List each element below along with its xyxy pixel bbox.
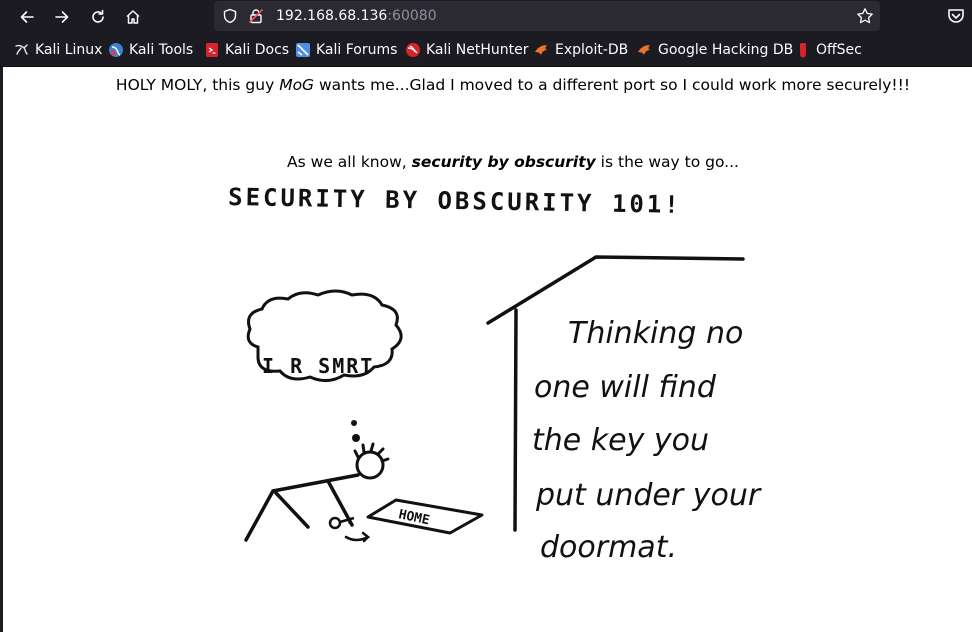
kali-docs-icon <box>206 43 218 57</box>
house-roof <box>486 255 745 325</box>
offsec-icon <box>800 43 806 58</box>
obscurity-text-start: As we all know, <box>287 153 412 171</box>
home-icon <box>126 10 140 24</box>
kali-tools-icon <box>109 43 123 57</box>
bookmark-label: Kali Tools <box>129 42 194 58</box>
bookmark-label: Kali Docs <box>225 42 290 58</box>
caption-line: put under your <box>535 478 762 513</box>
forward-button[interactable] <box>48 3 76 31</box>
bookmark-kali-tools[interactable]: Kali Tools <box>108 41 193 59</box>
tracking-protection-shield-icon[interactable] <box>222 8 238 24</box>
bookmark-label: Kali NetHunter <box>426 42 529 58</box>
nethunter-icon <box>406 43 420 57</box>
obscurity-text-end: is the way to go... <box>595 153 739 171</box>
caption-line: Thinking no <box>568 316 743 351</box>
back-button[interactable] <box>13 3 41 31</box>
person-head <box>355 450 385 480</box>
forward-arrow-icon <box>55 11 69 23</box>
motion-arrow <box>344 531 371 543</box>
intro-message: HOLY MOLY, this guy MoG wants me...Glad … <box>3 76 972 94</box>
bookmark-offsec[interactable]: OffSec <box>795 41 862 59</box>
pocket-icon[interactable] <box>946 6 966 26</box>
ghdb-icon <box>638 45 650 55</box>
intro-text-end: wants me...Glad I moved to a different p… <box>314 76 911 94</box>
bookmark-label: Exploit-DB <box>555 42 629 58</box>
comic-title: SECURITY BY OBSCURITY 101! <box>228 183 682 219</box>
url-port: :60080 <box>387 8 437 24</box>
back-arrow-icon <box>20 11 34 23</box>
insecure-lock-icon[interactable] <box>248 8 264 24</box>
bookmark-label: Kali Linux <box>35 42 103 58</box>
security-comic-image: SECURITY BY OBSCURITY 101! Thinking no o… <box>228 183 762 565</box>
intro-text-start: HOLY MOLY, this guy <box>115 76 280 94</box>
caption-line: the key you <box>532 423 709 458</box>
kali-dragon-icon <box>15 44 28 55</box>
url-host: 192.168.68.136 <box>276 8 388 24</box>
bookmark-kali-forums[interactable]: Kali Forums <box>295 41 397 59</box>
page-content: HOLY MOLY, this guy MoG wants me...Glad … <box>0 67 972 632</box>
person-body <box>244 473 360 542</box>
url-text[interactable]: 192.168.68.136:60080 <box>276 7 437 25</box>
thought-text: I R SMRT <box>262 354 374 378</box>
bookmark-label: Google Hacking DB <box>658 42 794 58</box>
bookmark-google-hacking-db[interactable]: Google Hacking DB <box>637 41 793 59</box>
caption-line: doormat. <box>540 530 677 565</box>
bookmark-exploit-db[interactable]: Exploit-DB <box>534 41 628 59</box>
house-wall <box>513 308 518 532</box>
obscurity-message: As we all know, security by obscurity is… <box>3 153 972 171</box>
exploit-db-icon <box>535 45 547 55</box>
address-bar[interactable]: 192.168.68.136:60080 <box>214 1 880 31</box>
doormat-text: HOME <box>397 507 431 528</box>
intro-name: MoG <box>279 76 315 94</box>
thought-dot <box>352 434 360 442</box>
reload-icon <box>92 9 104 23</box>
browser-toolbar: 192.168.68.136:60080 <box>0 0 972 34</box>
bookmark-label: Kali Forums <box>316 42 398 58</box>
bookmark-kali-docs[interactable]: Kali Docs <box>204 41 289 59</box>
bookmark-kali-linux[interactable]: Kali Linux <box>14 41 102 59</box>
caption-line: one will find <box>534 370 717 405</box>
kali-forums-icon <box>296 43 310 57</box>
key <box>328 516 355 530</box>
bookmark-star-icon[interactable] <box>856 7 874 25</box>
bookmark-kali-nethunter[interactable]: Kali NetHunter <box>405 41 528 59</box>
home-button[interactable] <box>119 3 147 31</box>
thought-dot <box>351 420 357 426</box>
comic-caption: Thinking no one will find the key you pu… <box>532 316 762 565</box>
bookmark-label: OffSec <box>816 42 862 58</box>
bookmarks-toolbar: Kali Linux Kali Tools Kali Docs Kali For… <box>0 34 972 67</box>
reload-button[interactable] <box>84 3 112 31</box>
obscurity-emphasis: security by obscurity <box>411 153 596 171</box>
